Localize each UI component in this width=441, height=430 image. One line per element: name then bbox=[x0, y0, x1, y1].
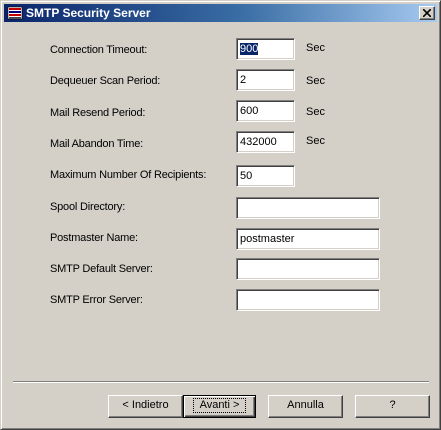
spool-directory-label: Spool Directory: bbox=[50, 201, 126, 213]
close-button[interactable] bbox=[419, 6, 435, 20]
connection-timeout-label: Connection Timeout: bbox=[50, 44, 148, 56]
mail-abandon-time-unit: Sec bbox=[306, 135, 325, 147]
title-bar[interactable]: SMTP Security Server bbox=[4, 4, 437, 22]
next-button[interactable]: Avanti > bbox=[183, 395, 256, 418]
mail-abandon-time-input[interactable]: 432000 bbox=[236, 131, 295, 153]
dequeuer-scan-period-label: Dequeuer Scan Period: bbox=[50, 75, 161, 87]
connection-timeout-input[interactable]: 900 bbox=[236, 38, 295, 60]
smtp-default-server-label: SMTP Default Server: bbox=[50, 263, 153, 275]
smtp-error-server-label: SMTP Error Server: bbox=[50, 294, 143, 306]
dialog-window: SMTP Security Server Connection Timeout:… bbox=[0, 0, 441, 430]
postmaster-name-input[interactable]: postmaster bbox=[236, 228, 380, 250]
mail-resend-period-input[interactable]: 600 bbox=[236, 100, 295, 122]
connection-timeout-unit: Sec bbox=[306, 42, 325, 54]
window-title: SMTP Security Server bbox=[26, 6, 151, 20]
back-button[interactable]: < Indietro bbox=[108, 395, 183, 418]
smtp-error-server-input[interactable] bbox=[236, 289, 380, 311]
mail-resend-period-label: Mail Resend Period: bbox=[50, 107, 146, 119]
connection-timeout-value: 900 bbox=[240, 43, 259, 55]
dequeuer-scan-period-input[interactable]: 2 bbox=[236, 69, 295, 91]
dequeuer-scan-period-unit: Sec bbox=[306, 75, 325, 87]
smtp-server-icon bbox=[7, 5, 23, 21]
postmaster-name-label: Postmaster Name: bbox=[50, 232, 138, 244]
max-recipients-label: Maximum Number Of Recipients: bbox=[50, 169, 207, 181]
max-recipients-input[interactable]: 50 bbox=[236, 165, 295, 187]
mail-resend-period-unit: Sec bbox=[306, 106, 325, 118]
close-icon bbox=[423, 9, 431, 17]
help-button[interactable]: ? bbox=[355, 395, 430, 418]
smtp-default-server-input[interactable] bbox=[236, 258, 380, 280]
spool-directory-input[interactable] bbox=[236, 197, 380, 219]
cancel-button[interactable]: Annulla bbox=[268, 395, 343, 418]
button-separator bbox=[13, 381, 429, 383]
next-button-label: Avanti > bbox=[192, 398, 247, 413]
mail-abandon-time-label: Mail Abandon Time: bbox=[50, 138, 144, 150]
